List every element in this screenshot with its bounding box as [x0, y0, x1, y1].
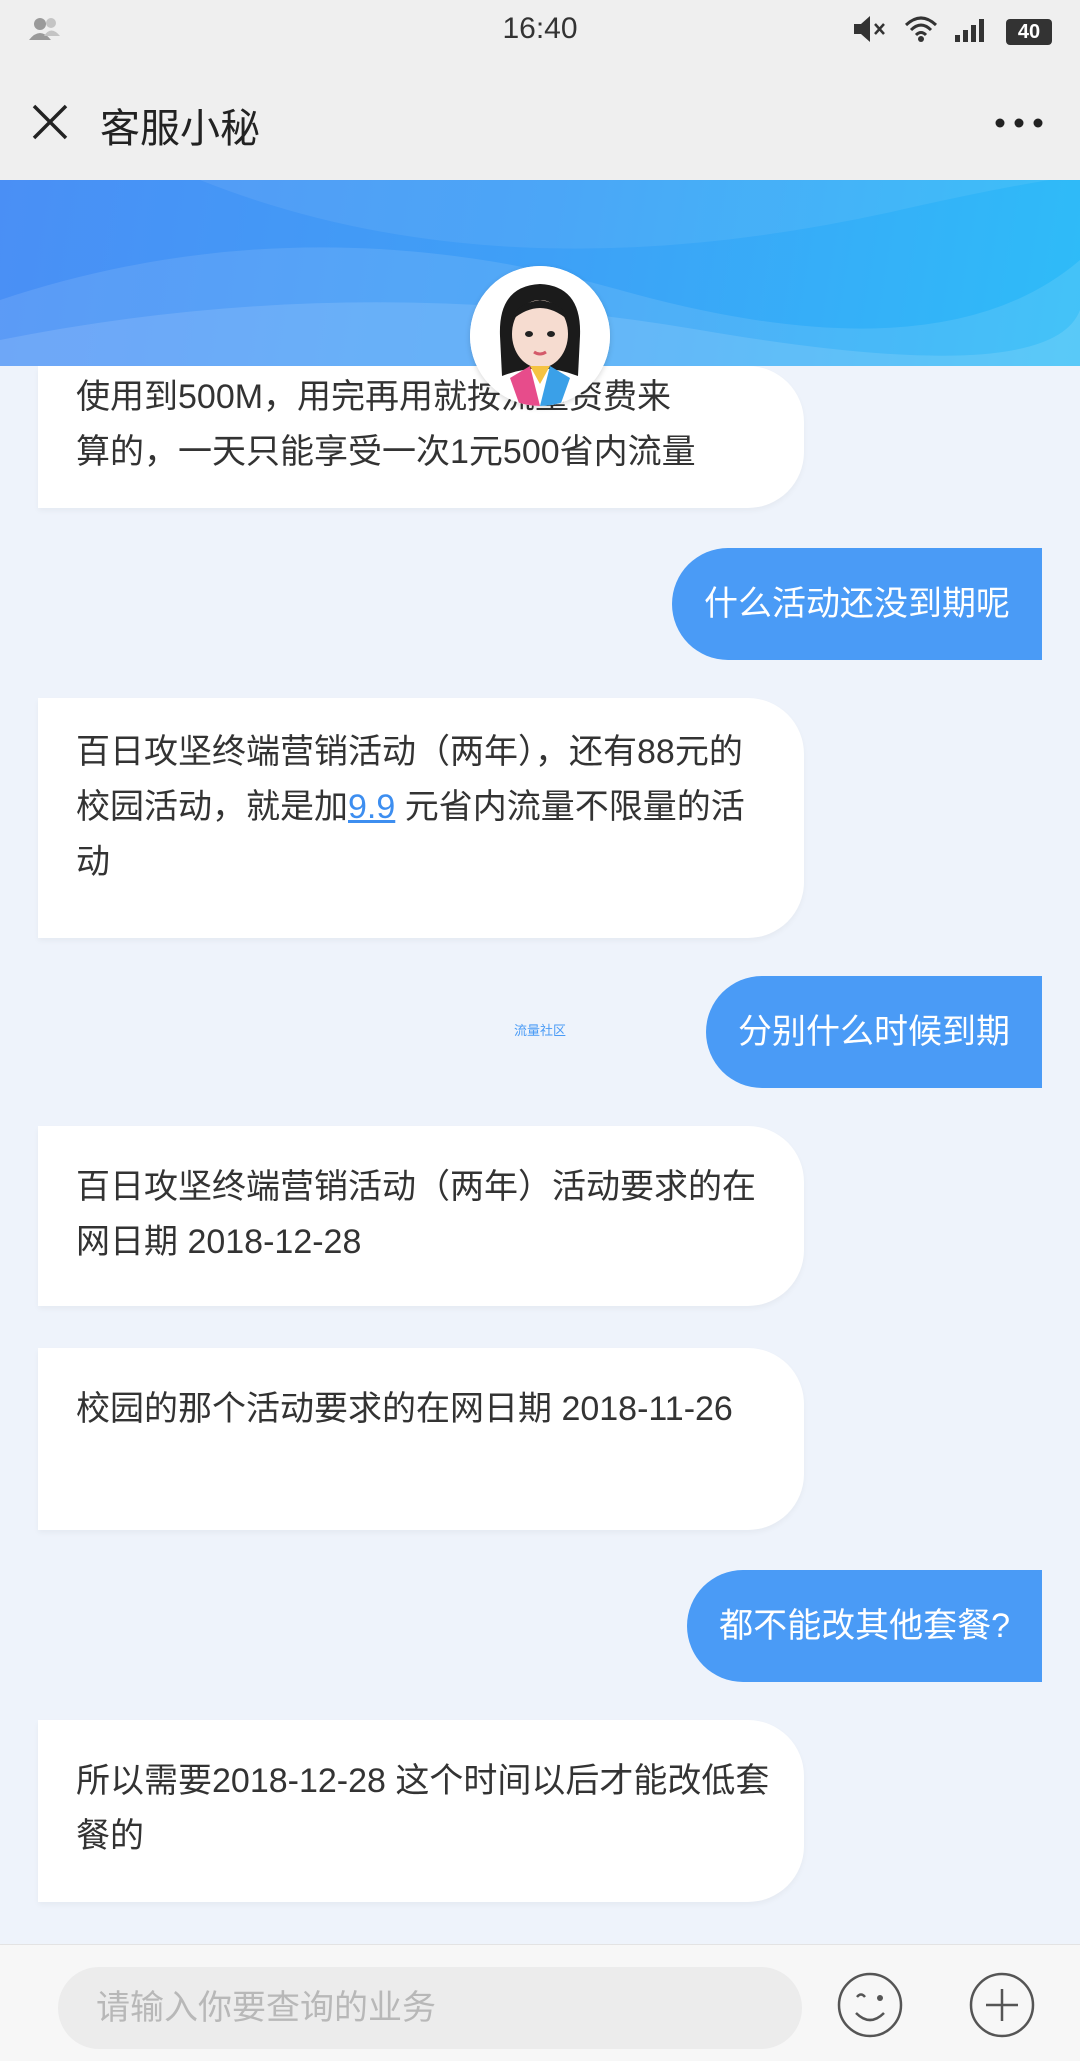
- page-title: 客服小秘: [100, 107, 260, 151]
- mute-icon: [852, 14, 888, 49]
- more-icon[interactable]: [994, 116, 1044, 128]
- watermark: 流量社区: [514, 1023, 567, 1038]
- search-input[interactable]: [58, 1967, 802, 2049]
- status-bar: 16:40 40: [0, 0, 1080, 60]
- message-line: 使用到500M，用完再用就按流量资费来: [76, 378, 672, 416]
- bot-message: 百日攻坚终端营销活动（两年），还有88元的校园活动，就是加9.9 元省内流量不限…: [38, 698, 804, 938]
- message-line: 算的，一天只能享受一次1元500省内流量: [76, 433, 696, 471]
- bot-message: 使用到500M，用完再用就按流量资费来 算的，一天只能享受一次1元500省内流量: [38, 366, 804, 508]
- title-bar: 客服小秘: [0, 60, 1080, 180]
- input-bar: [0, 1944, 1080, 2061]
- message-link[interactable]: 9.9: [348, 788, 395, 826]
- emoji-icon[interactable]: [836, 1971, 904, 2039]
- bot-message: 所以需要2018-12-28 这个时间以后才能改低套餐的: [38, 1720, 804, 1902]
- user-message: 都不能改其他套餐?: [687, 1570, 1042, 1682]
- bot-message: 百日攻坚终端营销活动（两年）活动要求的在网日期 2018-12-28: [38, 1126, 804, 1306]
- user-message: 分别什么时候到期: [706, 976, 1042, 1088]
- user-message: 什么活动还没到期呢: [672, 548, 1042, 660]
- battery-indicator: 40: [1006, 18, 1052, 45]
- signal-icon: [954, 15, 990, 48]
- plus-icon[interactable]: [968, 1971, 1036, 2039]
- close-icon[interactable]: [30, 102, 70, 142]
- wifi-icon: [904, 15, 938, 48]
- bot-message: 校园的那个活动要求的在网日期 2018-11-26: [38, 1348, 804, 1530]
- avatar: [470, 266, 610, 406]
- chat-list: 使用到500M，用完再用就按流量资费来 算的，一天只能享受一次1元500省内流量…: [0, 366, 1080, 1946]
